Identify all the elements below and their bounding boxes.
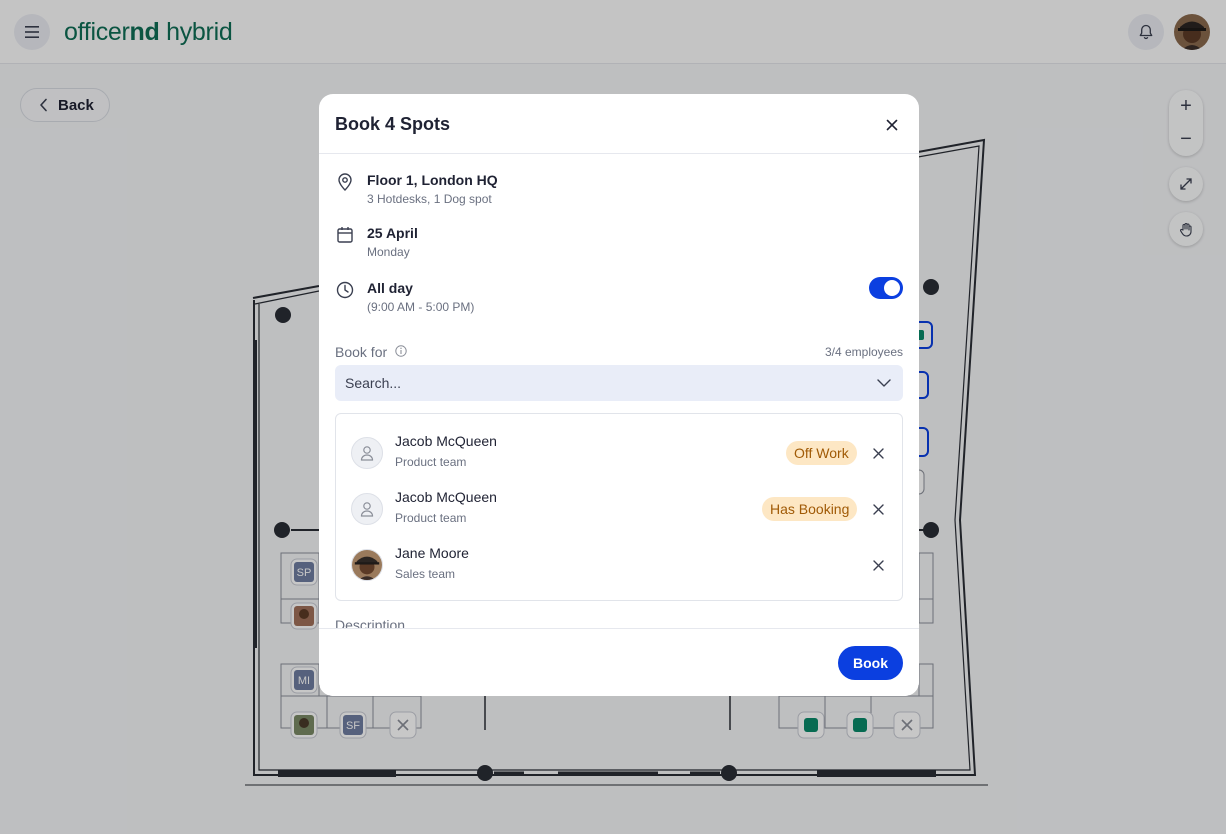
calendar-icon <box>337 227 353 243</box>
location-name: Floor 1, London HQ <box>367 172 498 188</box>
list-item: Jane Moore Sales team <box>336 545 902 585</box>
remove-employee-button[interactable] <box>871 558 885 572</box>
book-for-label: Book for <box>335 344 388 360</box>
search-placeholder: Search... <box>345 375 402 391</box>
all-day-label: All day <box>367 280 413 296</box>
status-badge: Has Booking <box>762 497 858 521</box>
book-button[interactable]: Book <box>838 646 903 680</box>
employee-name: Jane Moore <box>395 545 469 561</box>
location-details: 3 Hotdesks, 1 Dog spot <box>367 192 492 206</box>
avatar <box>351 493 383 525</box>
employee-name: Jacob McQueen <box>395 433 497 449</box>
all-day-toggle[interactable] <box>869 277 903 299</box>
close-icon <box>872 447 884 459</box>
close-icon <box>872 559 884 571</box>
avatar <box>351 549 383 581</box>
avatar <box>351 437 383 469</box>
employee-name: Jacob McQueen <box>395 489 497 505</box>
employee-team: Product team <box>395 511 467 525</box>
dialog-header: Book 4 Spots <box>319 94 919 154</box>
booking-weekday: Monday <box>367 245 410 259</box>
booking-date: 25 April <box>367 225 418 241</box>
close-button[interactable] <box>881 114 903 136</box>
status-badge: Off Work <box>786 441 857 465</box>
time-range: (9:00 AM - 5:00 PM) <box>367 300 475 314</box>
close-icon <box>886 119 898 131</box>
clock-icon <box>336 281 354 299</box>
location-pin-icon <box>338 173 352 191</box>
booking-dialog: Book 4 Spots Floor 1, London HQ 3 Hotdes… <box>319 94 919 696</box>
user-icon <box>360 502 374 517</box>
toggle-knob <box>884 280 900 296</box>
selected-employees-list: Jacob McQueen Product team Off Work Jaco… <box>335 413 903 601</box>
employee-team: Sales team <box>395 567 456 581</box>
employee-count: 3/4 employees <box>824 345 903 359</box>
list-item: Jacob McQueen Product team Off Work <box>336 433 902 473</box>
info-icon[interactable] <box>395 345 407 357</box>
employee-search-dropdown[interactable]: Search... <box>335 365 903 401</box>
list-item: Jacob McQueen Product team Has Booking <box>336 489 902 529</box>
close-icon <box>872 503 884 515</box>
remove-employee-button[interactable] <box>871 502 885 516</box>
dialog-title: Book 4 Spots <box>335 114 451 134</box>
remove-employee-button[interactable] <box>871 446 885 460</box>
chevron-down-icon <box>877 379 891 387</box>
employee-team: Product team <box>395 455 467 469</box>
dialog-footer: Book <box>319 628 919 696</box>
user-icon <box>360 446 374 461</box>
